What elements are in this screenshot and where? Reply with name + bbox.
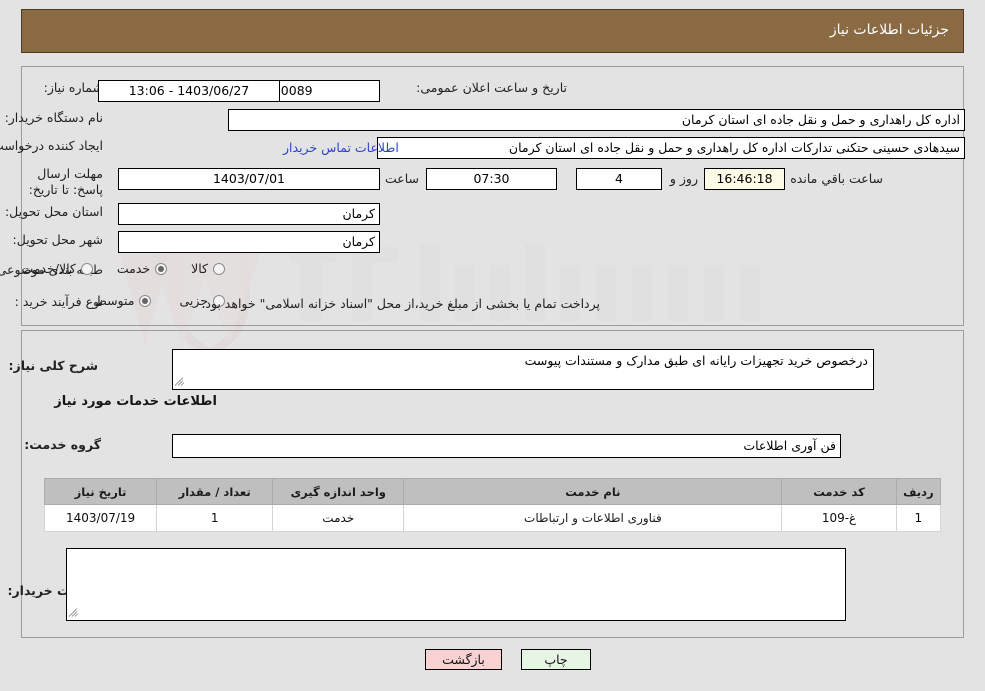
need-number-label-row: شماره نیاز: [44,80,103,95]
cell-index: 1 [895,504,942,532]
radio-icon-goods[interactable] [213,262,225,275]
radio-icon-medium[interactable] [139,294,152,307]
radio-label-goods-service: کالا/خدمت [21,261,76,276]
cell-name: فناوری اطلاعات و ارتباطات [403,504,783,532]
remaining-hours-label: ساعت باقي مانده [790,171,883,186]
col-quantity: تعداد / مقدار [156,478,274,505]
remaining-days-label: روز و [669,171,698,186]
radio-process-medium[interactable]: متوسط [95,293,152,308]
buyer-org-field[interactable]: اداره کل راهداری و حمل و نقل جاده ای است… [228,109,965,131]
need-number-label: شماره نیاز: [43,80,103,95]
city-label-row: شهر محل تحویل: [13,232,103,247]
cell-quantity: 1 [156,504,274,532]
col-name: نام خدمت [403,478,783,505]
creator-field[interactable]: سیدهادی حسینی حتکنی تدارکات اداره کل راه… [377,137,965,159]
announce-datetime-label: تاریخ و ساعت اعلان عمومی: [416,80,567,95]
services-table-head: ردیف کد خدمت نام خدمت واحد اندازه گیری ت… [43,478,942,505]
table-header-row: ردیف کد خدمت نام خدمت واحد اندازه گیری ت… [43,478,942,505]
col-index: ردیف [895,478,942,505]
need-description-textarea[interactable]: درخصوص خرید تجهیزات رایانه ای طبق مدارک … [172,349,874,390]
deadline-time-field[interactable]: 07:30 [426,168,557,190]
radio-category-service[interactable]: خدمت [116,261,168,276]
remaining-days-field[interactable]: 4 [576,168,662,190]
print-button[interactable]: چاپ [521,649,591,670]
services-table: ردیف کد خدمت نام خدمت واحد اندازه گیری ت… [43,478,942,532]
need-description-text: درخصوص خرید تجهیزات رایانه ای طبق مدارک … [524,353,868,368]
deadline-label-row: مهلت ارسال پاسخ: تا تاریخ: [13,166,103,198]
resize-grip-icon[interactable] [174,376,187,388]
service-group-label: گروه خدمت: [24,437,101,452]
service-group-field[interactable]: فن آوری اطلاعات [172,434,841,458]
radio-icon-goods-service[interactable] [80,262,93,275]
delivery-province-field[interactable]: کرمان [118,203,380,225]
announce-datetime-field[interactable]: 1403/06/27 - 13:06 [98,80,280,102]
table-row[interactable]: 1 غ-109 فناوری اطلاعات و ارتباطات خدمت 1… [43,504,942,532]
treasury-note: پرداخت تمام یا بخشی از مبلغ خرید،از محل … [201,296,600,311]
deadline-date-field[interactable]: 1403/07/01 [118,168,380,190]
col-unit: واحد اندازه گیری [272,478,405,505]
services-table-body: 1 غ-109 فناوری اطلاعات و ارتباطات خدمت 1… [43,504,942,532]
cell-code: غ-109 [781,504,897,532]
process-label-row: نوع فرآیند خرید : [15,294,103,309]
delivery-city-field[interactable]: کرمان [118,231,380,253]
creator-label: ایجاد کننده درخواست: [0,138,103,153]
page-header-bar: جزئیات اطلاعات نیاز [21,9,964,53]
cell-need-date: 1403/07/19 [43,504,158,532]
countdown-timer-field: 16:46:18 [704,168,785,190]
buyer-contact-link[interactable]: اطلاعات تماس خریدار [283,140,399,155]
need-info-panel [21,66,964,326]
buyer-notes-textarea[interactable] [66,548,846,621]
need-description-label: شرح کلی نیاز: [8,358,98,373]
purchase-process-label: نوع فرآیند خرید : [14,294,103,309]
cell-unit: خدمت [272,504,405,532]
radio-label-medium: متوسط [95,293,135,308]
deadline-label: مهلت ارسال پاسخ: تا تاریخ: [28,166,103,197]
page-root: جزئیات اطلاعات نیاز شماره نیاز: 11030015… [0,0,985,691]
col-date: تاریخ نیاز [43,478,158,505]
buyer-org-label: نام دستگاه خریدار: [4,110,103,125]
deadline-time-label: ساعت [384,171,419,186]
radio-label-service: خدمت [116,261,151,276]
radio-icon-service[interactable] [155,262,168,275]
category-radio-group: کالا خدمت کالا/خدمت [21,261,225,276]
delivery-city-label: شهر محل تحویل: [12,232,103,247]
radio-category-goods[interactable]: کالا [191,261,225,276]
services-section-heading: اطلاعات خدمات مورد نیاز [54,394,217,409]
back-button[interactable]: بازگشت [425,649,502,670]
creator-label-row: ایجاد کننده درخواست: [0,138,103,153]
announce-label-row: تاریخ و ساعت اعلان عمومی: [416,80,567,95]
radio-label-goods: کالا [191,261,208,276]
province-label-row: استان محل تحویل: [5,204,103,219]
radio-category-goods-service[interactable]: کالا/خدمت [21,261,93,276]
buyer-org-label-row: نام دستگاه خریدار: [5,110,103,125]
resize-grip-icon-notes[interactable] [68,607,81,619]
delivery-province-label: استان محل تحویل: [4,204,103,219]
page-title: جزئیات اطلاعات نیاز [829,22,949,38]
col-code: کد خدمت [781,478,897,505]
